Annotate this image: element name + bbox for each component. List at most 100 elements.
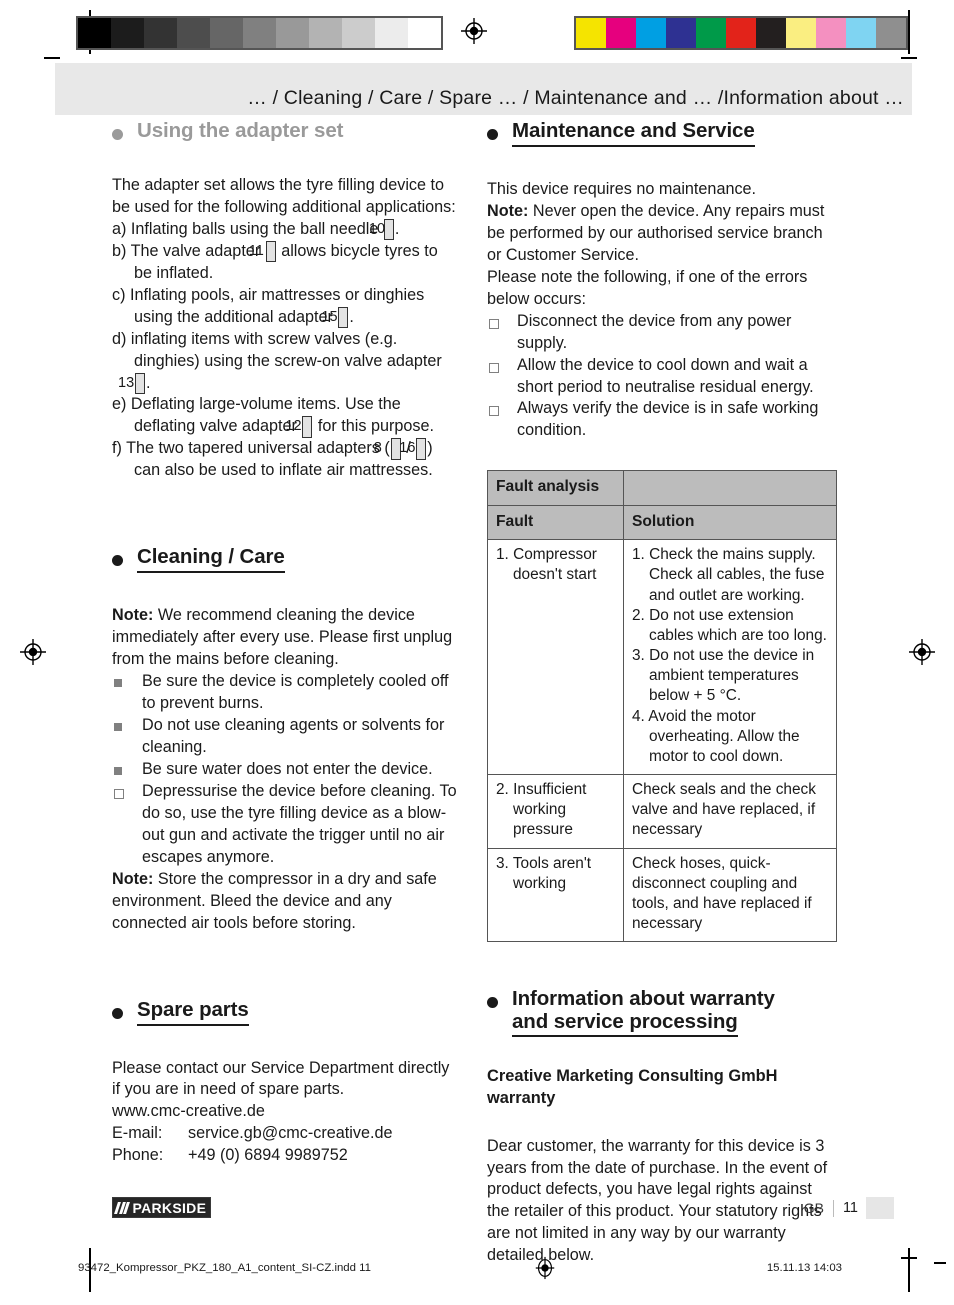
adapter-item-a-text-before: Inflating balls using the ball needle — [130, 219, 383, 238]
section-heading-cleaning-care: Cleaning / Care — [112, 545, 457, 574]
spare-email-value[interactable]: service.gb@cmc-creative.de — [188, 1124, 392, 1142]
square-bullet-icon — [114, 723, 122, 732]
list-item-text: Do not use cleaning agents or solvents f… — [142, 716, 445, 756]
square-bullet-icon — [114, 679, 122, 688]
color-swatch-1 — [606, 18, 636, 48]
color-swatch-3 — [666, 18, 696, 48]
adapter-item-f-marker: f) — [112, 439, 122, 458]
list-item-text: Allow the device to cool down and wait a… — [517, 355, 814, 396]
ref-box-16: 16 — [399, 438, 427, 460]
section-title: Spare parts — [137, 998, 249, 1026]
cleaning-note2-label: Note: — [112, 869, 154, 888]
table-cell-fault: 1. Compressor doesn't start — [487, 539, 624, 776]
color-swatch-7 — [786, 18, 816, 48]
table-cell-solution: Check hoses, quick-disconnect coupling a… — [623, 847, 837, 943]
cleaning-note-paragraph: Note: We recommend cleaning the device i… — [112, 605, 457, 671]
maintenance-line-2: Please note the following, if one of the… — [487, 267, 808, 308]
crop-mark-top-right-v — [908, 10, 910, 54]
section-heading-warranty-info: Information about warranty and service p… — [487, 987, 832, 1038]
table-row-title: Fault analysis — [487, 470, 837, 506]
table-cell-solution: Check seals and the check valve and have… — [623, 774, 837, 849]
adapter-item-b-text-before: The valve adapter — [130, 241, 265, 260]
color-swatch-4 — [696, 18, 726, 48]
divider — [832, 1199, 834, 1217]
right-column: Maintenance and Service This device requ… — [487, 119, 837, 1267]
table-col-header-solution: Solution — [623, 504, 837, 541]
page-corner-block — [866, 1197, 894, 1219]
adapter-item-d-text-after: . — [146, 373, 151, 392]
adapter-item-e-marker: e) — [112, 395, 127, 414]
gray-swatch-8 — [342, 18, 375, 48]
imprint-file-name: 93472_Kompressor_PKZ_180_A1_content_SI-C… — [78, 1262, 371, 1274]
square-bullet-icon — [114, 766, 122, 775]
page-number: 11 — [842, 1200, 858, 1216]
ref-box-15: 15 — [321, 306, 349, 329]
breadcrumb: … / Cleaning / Care / Spare … / Maintena… — [247, 87, 904, 109]
spare-intro-text: Please contact our Service Department di… — [112, 1058, 450, 1099]
cleaning-bullet-list: Be sure the device is completely cooled … — [112, 671, 457, 869]
warranty-subheading-line-2: warranty — [487, 1088, 556, 1107]
square-outline-bullet-icon — [114, 788, 124, 799]
gray-swatch-3 — [177, 18, 210, 48]
adapter-item-d: d) inflating items with screw valves (e.… — [112, 329, 457, 395]
registration-target-icon-top — [461, 18, 487, 44]
gray-swatch-7 — [309, 18, 342, 48]
adapter-item-d-text-before: inflating items with screw valves (e.g. … — [130, 329, 442, 370]
section-title: Maintenance and Service — [512, 119, 755, 147]
list-item: Always verify the device is in safe work… — [487, 398, 832, 442]
page-header-band: … / Cleaning / Care / Spare … / Maintena… — [55, 63, 912, 115]
list-item-text: Be sure the device is completely cooled … — [142, 672, 449, 713]
square-outline-bullet-icon — [489, 362, 499, 373]
table-title-cell: Fault analysis — [487, 470, 624, 506]
color-swatch-9 — [846, 18, 876, 48]
solution-item: 3. Do not use the device in ambient temp… — [632, 647, 815, 705]
ref-box-11: 11 — [249, 240, 276, 263]
maintenance-note-label: Note: — [487, 201, 529, 220]
page-number-group: GB 11 — [804, 1197, 894, 1219]
adapter-item-c-text-after: . — [349, 307, 354, 326]
adapter-item-f-text-before: The two tapered universal adapters ( — [126, 439, 390, 458]
list-item: Be sure the device is completely cooled … — [112, 671, 457, 715]
gray-swatch-4 — [210, 18, 243, 48]
table-row: 2. Insufficient working pressure Check s… — [487, 774, 837, 849]
spare-phone-label: Phone: — [112, 1146, 164, 1165]
table-title-cell-blank — [623, 470, 837, 506]
table-row-header: Fault Solution — [487, 504, 837, 541]
country-code: GB — [803, 1200, 824, 1216]
gray-swatch-0 — [78, 18, 111, 48]
section-heading-spare-parts: Spare parts — [112, 998, 457, 1026]
solution-item: 4. Avoid the motor overheating. Allow th… — [632, 707, 800, 765]
grayscale-calibration-strip — [76, 16, 443, 50]
adapter-item-a: a) Inflating balls using the ball needle… — [112, 218, 457, 241]
cleaning-note-text: We recommend cleaning the device immedia… — [112, 606, 453, 669]
ref-box-12: 12 — [285, 416, 313, 438]
adapter-intro-text: The adapter set allows the tyre filling … — [112, 175, 456, 216]
ref-box-13: 13 — [118, 372, 145, 395]
section-heading-maintenance-service: Maintenance and Service — [487, 119, 832, 147]
gray-swatch-5 — [243, 18, 276, 48]
left-column: Using the adapter set The adapter set al… — [112, 119, 457, 1267]
bullet-dot-icon — [487, 997, 498, 1009]
list-item: Disconnect the device from any power sup… — [487, 311, 832, 355]
square-outline-bullet-icon — [489, 318, 499, 329]
registration-target-icon-bottom — [533, 1256, 559, 1282]
adapter-item-b-marker: b) — [112, 241, 127, 260]
fault-text: 1. Compressor doesn't start — [496, 546, 597, 584]
cleaning-note2-paragraph: Note: Store the compressor in a dry and … — [112, 869, 457, 935]
adapter-item-c-text-before: Inflating pools, air mattresses or dingh… — [129, 285, 425, 326]
section-title-line-1: Information about warranty — [512, 987, 775, 1011]
table-cell-fault: 2. Insufficient working pressure — [487, 774, 624, 849]
solution-item: 1. Check the mains supply. Check all cab… — [632, 546, 825, 604]
color-swatch-8 — [816, 18, 846, 48]
spare-website[interactable]: www.cmc-creative.de — [112, 1101, 457, 1123]
gray-swatch-9 — [375, 18, 408, 48]
fault-text: 2. Insufficient working pressure — [496, 781, 587, 839]
bullet-dot-icon — [112, 129, 123, 140]
fault-analysis-table: Fault analysis Fault Solution 1. Compres… — [487, 470, 837, 943]
gray-swatch-2 — [144, 18, 177, 48]
spare-email-row: E-mail: service.gb@cmc-creative.de — [112, 1123, 457, 1145]
adapter-item-a-text-after: . — [394, 219, 400, 238]
parkside-wordmark: PARKSIDE — [132, 1199, 207, 1216]
list-item-text: Be sure water does not enter the device. — [142, 759, 433, 778]
adapter-item-c: c) Inflating pools, air mattresses or di… — [112, 285, 457, 329]
